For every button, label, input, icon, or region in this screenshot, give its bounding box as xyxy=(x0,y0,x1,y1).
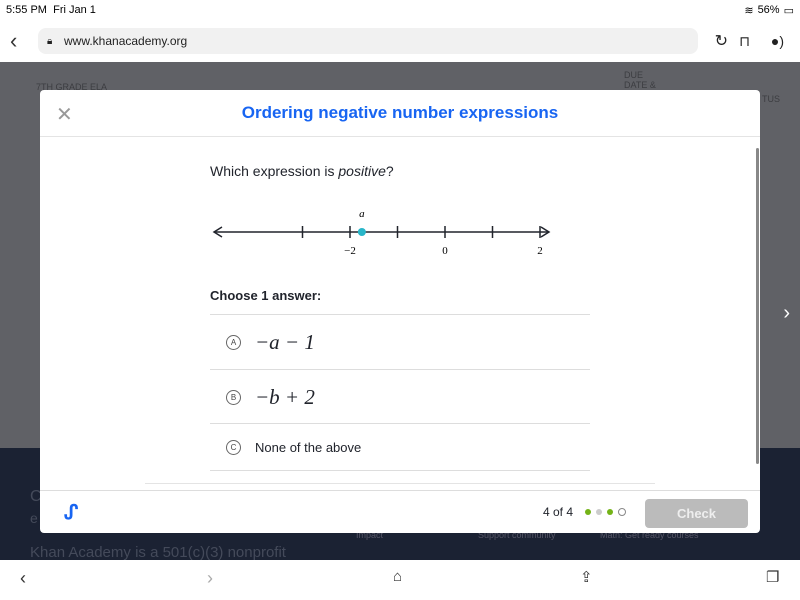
choice-text: None of the above xyxy=(255,439,362,455)
page-background: 7TH GRADE ELA DUE DATE & TUS C e Impact … xyxy=(0,62,800,560)
next-arrow-icon[interactable]: › xyxy=(783,302,790,325)
progress-dot xyxy=(618,508,626,516)
battery-level: 56% xyxy=(757,4,780,16)
progress-dots xyxy=(585,508,626,516)
choice-text: −a − 1 xyxy=(255,329,315,354)
reload-icon[interactable]: ↻ xyxy=(715,31,728,51)
footer-text: e xyxy=(30,510,38,526)
browser-toolbar: ‹ › ⌂ ⇪ ❐ xyxy=(0,560,800,600)
choose-label: Choose 1 answer: xyxy=(210,288,322,303)
time: 5:55 PM xyxy=(6,4,47,16)
date: Fri Jan 1 xyxy=(53,4,96,16)
question-emphasis: positive xyxy=(338,163,386,179)
question-suffix: ? xyxy=(385,163,394,179)
home-icon[interactable]: ⌂ xyxy=(393,568,402,585)
question-prefix: Which expression is xyxy=(210,163,339,179)
tick-label: −2 xyxy=(344,245,356,257)
progress-count: 4 of 4 xyxy=(543,505,574,519)
battery-icon: ▭ xyxy=(783,4,794,17)
status-bar: 5:55 PM Fri Jan 1 ≋ 56% ▭ xyxy=(0,0,800,20)
exercise-modal: ✕ Ordering negative number expressions W… xyxy=(40,90,760,533)
scratchpad-icon[interactable]: ᔑ xyxy=(64,500,78,525)
choice-letter: A xyxy=(226,334,241,350)
tick-label: 2 xyxy=(537,245,543,257)
tick-label: 0 xyxy=(442,245,448,257)
answer-choice[interactable]: B −b + 2 xyxy=(210,369,590,424)
modal-header: ✕ Ordering negative number expressions xyxy=(40,90,760,137)
progress-dot xyxy=(607,509,613,515)
progress-dot xyxy=(596,509,602,515)
number-line: −202ab xyxy=(212,208,551,257)
point-a xyxy=(357,228,366,236)
due-header: DUE DATE & xyxy=(624,70,656,90)
account-icon[interactable]: ●) xyxy=(771,33,784,49)
bookmark-icon[interactable]: ⊓ xyxy=(739,33,750,50)
choice-letter: B xyxy=(226,389,241,405)
back-icon[interactable]: ‹ xyxy=(20,568,26,589)
choice-letter: C xyxy=(226,439,241,455)
check-button[interactable]: Check xyxy=(645,499,748,528)
modal-title: Ordering negative number expressions xyxy=(241,103,559,122)
share-icon[interactable]: ⇪ xyxy=(580,568,593,586)
browser-bar: ‹ 🔒︎ www.khanacademy.org ↻ ⊓ ●) xyxy=(0,20,800,62)
answer-choice[interactable]: A −a − 1 xyxy=(210,314,590,369)
answer-choice[interactable]: C None of the above xyxy=(210,423,590,471)
point-label: a xyxy=(359,208,365,220)
choice-text: −b + 2 xyxy=(255,384,315,409)
wifi-icon: ≋ xyxy=(744,4,754,17)
divider xyxy=(145,483,655,484)
url-field[interactable]: 🔒︎ www.khanacademy.org ↻ ⊓ ●) xyxy=(38,28,784,54)
question-text: Which expression is positive? xyxy=(210,163,394,179)
footer-text: Khan Academy is a 501(c)(3) nonprofit xyxy=(30,544,286,560)
back-icon[interactable]: ‹ xyxy=(10,28,17,54)
status-header: TUS xyxy=(762,94,780,104)
url-text: www.khanacademy.org xyxy=(64,34,188,48)
scrollbar[interactable] xyxy=(756,148,759,464)
modal-footer: ᔑ 4 of 4 Check xyxy=(40,490,760,533)
progress-dot xyxy=(585,509,591,515)
lock-icon: 🔒︎ xyxy=(47,35,53,47)
forward-icon[interactable]: › xyxy=(207,568,213,589)
tabs-icon[interactable]: ❐ xyxy=(766,568,779,586)
close-icon[interactable]: ✕ xyxy=(56,102,73,127)
